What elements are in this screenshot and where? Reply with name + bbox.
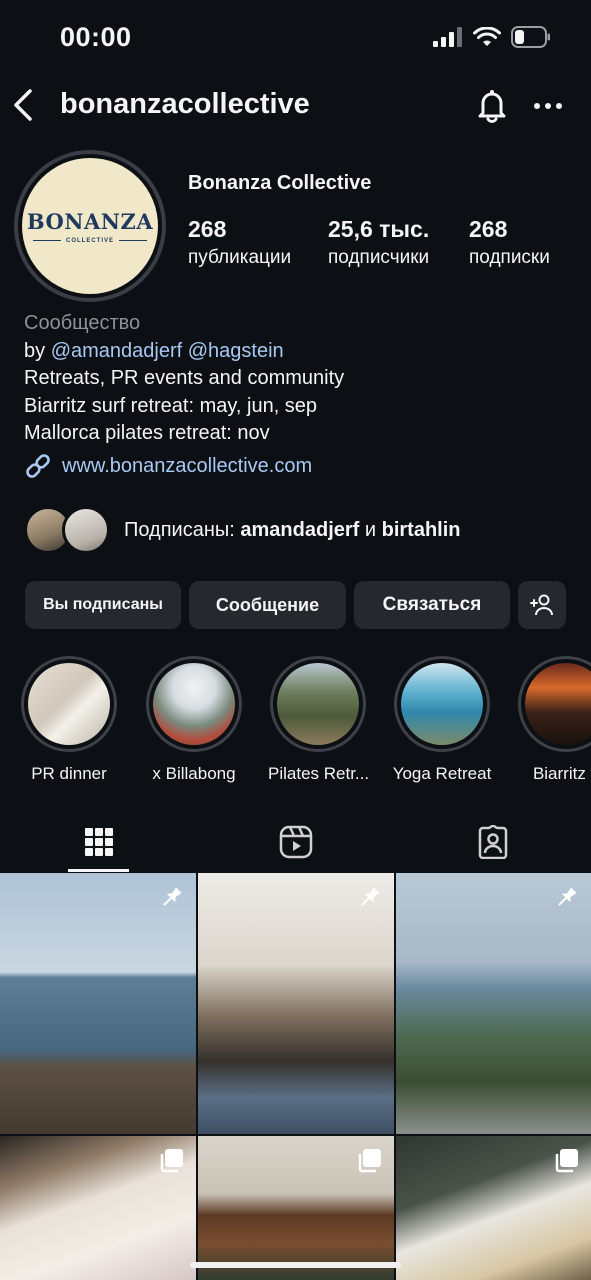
cellular-signal-icon bbox=[433, 27, 462, 47]
highlight-label: Biarritz v bbox=[532, 764, 591, 783]
highlight-ring bbox=[21, 656, 117, 752]
highlight-ring bbox=[146, 656, 242, 752]
tab-grid[interactable] bbox=[0, 812, 197, 872]
status-icons bbox=[433, 26, 551, 48]
followed-by-row[interactable]: Подписаны: amandadjerf и birtahlin bbox=[24, 506, 461, 554]
profile-avatar[interactable]: BONANZA COLLECTIVE bbox=[14, 150, 166, 302]
highlight-thumbnail bbox=[401, 663, 483, 745]
status-time: 00:00 bbox=[60, 22, 132, 52]
active-tab-indicator bbox=[68, 869, 129, 872]
message-button[interactable]: Сообщение bbox=[189, 581, 346, 629]
follower-avatar bbox=[62, 506, 110, 554]
battery-icon bbox=[511, 26, 550, 48]
contact-button[interactable]: Связаться bbox=[354, 581, 510, 629]
carousel-icon bbox=[555, 1149, 578, 1173]
more-options-icon[interactable] bbox=[532, 94, 564, 118]
pin-icon bbox=[361, 887, 380, 906]
highlight-pr-dinner[interactable]: PR dinner bbox=[19, 656, 119, 784]
carousel-icon bbox=[358, 1149, 381, 1173]
logo-wordmark: BONANZA bbox=[26, 208, 154, 234]
bio-line: Biarritz surf retreat: may, jun, sep bbox=[24, 394, 318, 417]
bio-line: Mallorca pilates retreat: nov bbox=[24, 422, 270, 444]
display-name: Bonanza Collective bbox=[188, 172, 372, 194]
highlight-biarritz[interactable]: Biarritz v bbox=[516, 656, 591, 784]
followed-by-prefix: Подписаны: bbox=[124, 518, 241, 541]
stat-posts-label: публикации bbox=[188, 247, 292, 268]
pin-icon bbox=[558, 887, 577, 906]
highlight-thumbnail bbox=[277, 663, 359, 745]
home-indicator[interactable] bbox=[190, 1262, 401, 1268]
followed-by-user: birtahlin bbox=[381, 518, 461, 541]
profile-username: bonanzacollective bbox=[60, 88, 310, 120]
tab-tagged[interactable] bbox=[394, 812, 591, 872]
bio-by-prefix: by bbox=[24, 339, 51, 362]
profile-bio: Сообщество by @amandadjerf @hagstein Ret… bbox=[24, 310, 344, 448]
stat-posts-count: 268 bbox=[188, 216, 227, 242]
tagged-person-icon bbox=[478, 825, 507, 859]
website-link[interactable]: www.bonanzacollective.com bbox=[24, 452, 312, 480]
stat-following[interactable]: 268 подписки bbox=[469, 216, 550, 269]
followed-by-joiner: и bbox=[359, 518, 382, 541]
stat-following-label: подписки bbox=[469, 247, 550, 268]
highlight-yoga[interactable]: Yoga Retreat bbox=[392, 656, 492, 784]
stat-following-count: 268 bbox=[469, 216, 508, 242]
stat-posts[interactable]: 268 публикации bbox=[188, 216, 291, 269]
highlight-label: Yoga Retreat bbox=[392, 764, 492, 783]
logo-subline: COLLECTIVE bbox=[32, 237, 147, 244]
pin-icon bbox=[163, 887, 182, 906]
add-person-icon bbox=[530, 594, 553, 616]
highlight-thumbnail bbox=[28, 663, 110, 745]
profile-tabs bbox=[0, 812, 591, 872]
bio-by-line: by @amandadjerf @hagstein bbox=[24, 338, 344, 366]
grid-post[interactable] bbox=[0, 873, 196, 1134]
add-person-button[interactable] bbox=[518, 581, 566, 629]
mention-link[interactable]: @hagstein bbox=[188, 340, 284, 362]
highlight-pilates[interactable]: Pilates Retr... bbox=[268, 656, 370, 784]
grid-post[interactable] bbox=[0, 1136, 196, 1280]
highlight-billabong[interactable]: x Billabong bbox=[144, 656, 244, 784]
grid-post[interactable] bbox=[396, 873, 591, 1134]
notification-bell-icon[interactable] bbox=[474, 86, 510, 124]
tab-reels[interactable] bbox=[197, 812, 394, 872]
grid-post[interactable] bbox=[198, 873, 394, 1134]
bio-line: Retreats, PR events and community bbox=[24, 367, 345, 389]
highlight-ring bbox=[394, 656, 490, 752]
grid-icon bbox=[84, 828, 113, 856]
grid-post[interactable] bbox=[198, 1136, 394, 1280]
grid-post[interactable] bbox=[396, 1136, 591, 1280]
followed-by-user: amandadjerf bbox=[240, 518, 360, 541]
link-icon bbox=[26, 454, 50, 478]
website-url: www.bonanzacollective.com bbox=[62, 454, 313, 477]
highlight-label: PR dinner bbox=[31, 764, 107, 783]
following-button[interactable]: Вы подписаны bbox=[25, 581, 181, 629]
stat-followers[interactable]: 25,6 тыс. подписчики bbox=[328, 216, 429, 269]
reels-icon bbox=[279, 825, 312, 859]
avatar-logo: BONANZA COLLECTIVE bbox=[22, 158, 158, 294]
highlight-thumbnail bbox=[153, 663, 235, 745]
stat-followers-label: подписчики bbox=[328, 247, 430, 268]
carousel-icon bbox=[160, 1149, 183, 1173]
back-button[interactable] bbox=[10, 88, 36, 122]
highlight-label: x Billabong bbox=[152, 764, 236, 783]
followed-by-text: Подписаны: amandadjerf и birtahlin bbox=[124, 519, 461, 542]
highlight-ring bbox=[270, 656, 366, 752]
highlight-label: Pilates Retr... bbox=[268, 764, 370, 783]
profile-header: bonanzacollective bbox=[0, 80, 591, 132]
highlight-ring bbox=[518, 656, 591, 752]
status-bar: 00:00 bbox=[0, 0, 591, 80]
highlight-thumbnail bbox=[525, 663, 591, 745]
wifi-icon bbox=[473, 27, 501, 46]
profile-category: Сообщество bbox=[24, 312, 141, 334]
mention-link[interactable]: @amandadjerf bbox=[51, 340, 182, 362]
logo-subtext: COLLECTIVE bbox=[65, 237, 114, 244]
stat-followers-count: 25,6 тыс. bbox=[328, 216, 430, 242]
